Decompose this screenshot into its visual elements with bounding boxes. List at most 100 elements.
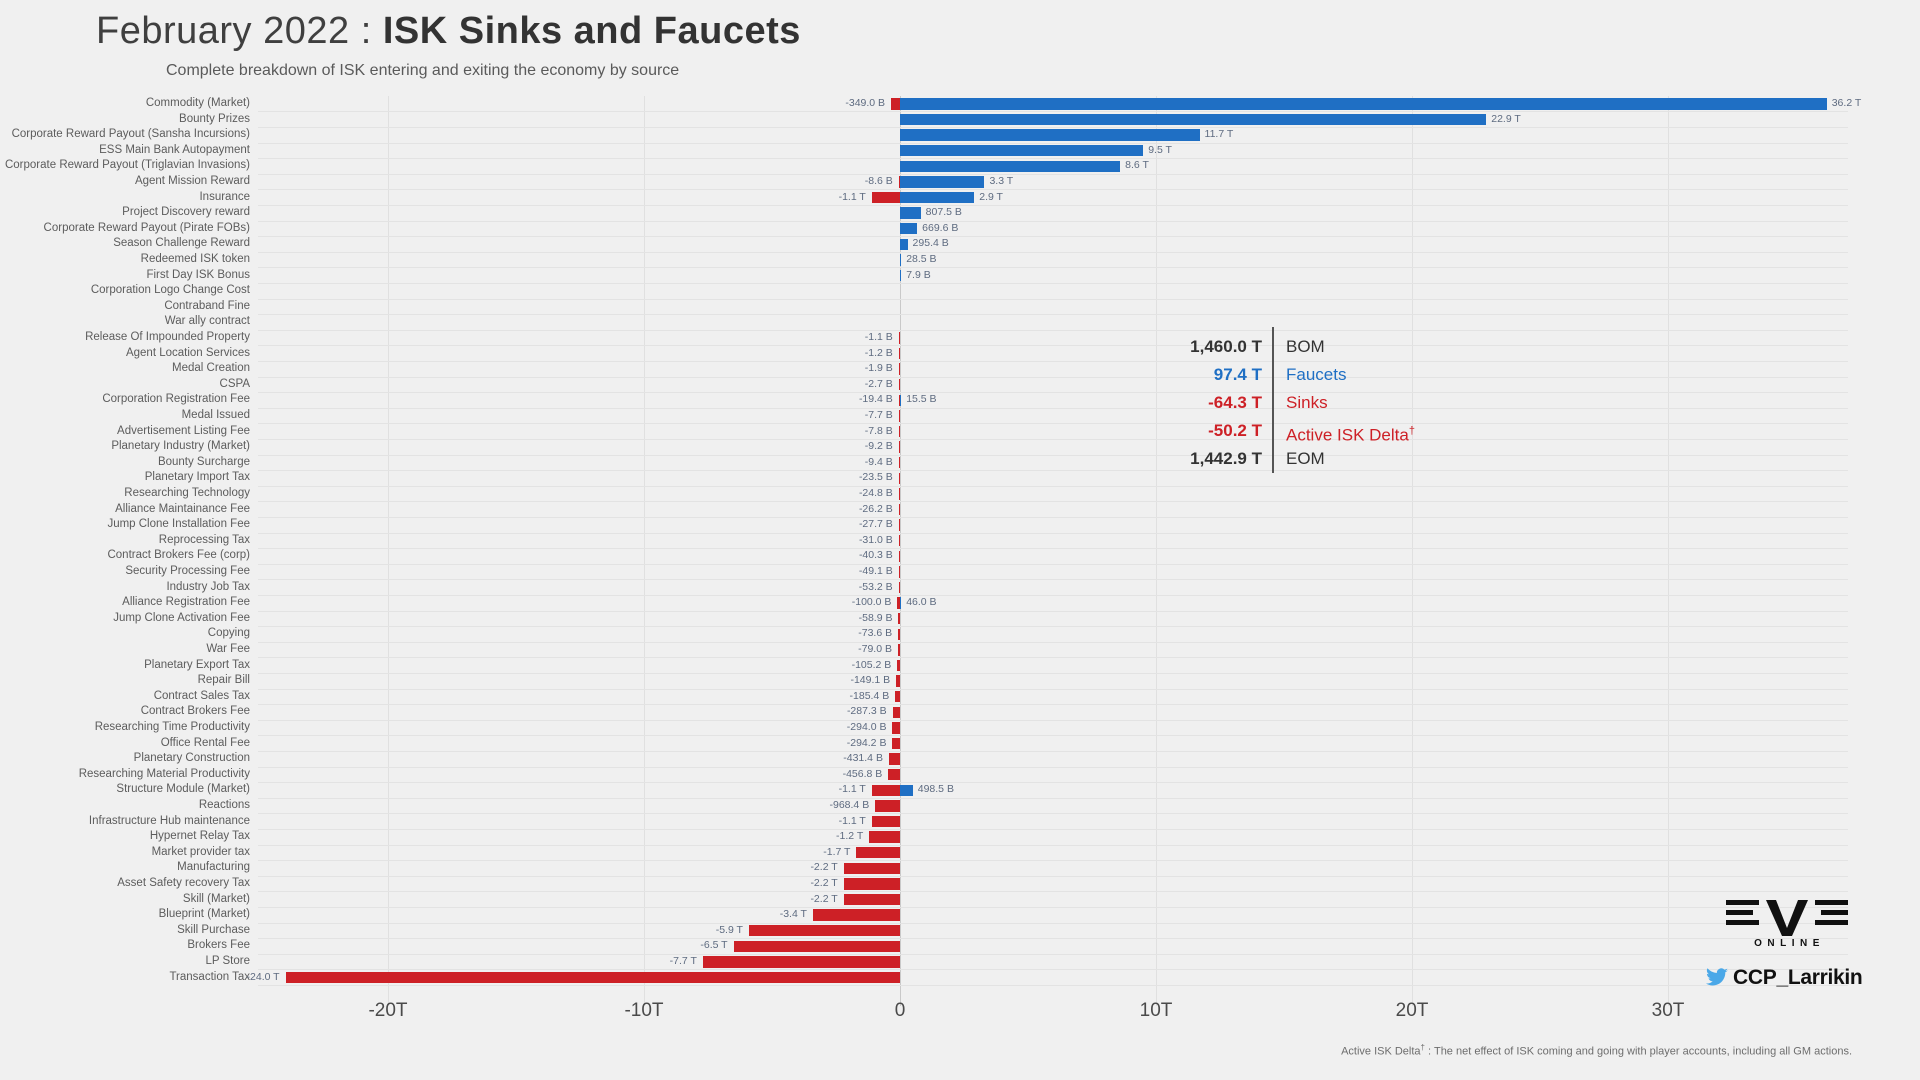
faucet-bar[interactable] [900, 394, 902, 406]
faucet-bar[interactable] [900, 160, 1121, 172]
faucet-bar[interactable] [900, 784, 913, 796]
category-label: Alliance Maintainance Fee [115, 502, 250, 515]
sink-bar[interactable] [898, 550, 900, 562]
sink-bar[interactable] [897, 644, 900, 656]
faucet-value-label: 807.5 B [925, 206, 962, 219]
faucet-bar[interactable] [900, 176, 985, 188]
sink-bar[interactable] [856, 846, 900, 859]
faucet-bar[interactable] [900, 597, 902, 609]
sink-bar[interactable] [898, 628, 900, 640]
sink-bar[interactable] [898, 456, 900, 469]
sink-bar[interactable] [871, 815, 900, 828]
sink-bar[interactable] [888, 768, 900, 781]
faucet-bar[interactable] [900, 191, 975, 204]
category-label: LP Store [205, 955, 250, 967]
footnote-prefix: Active ISK Delta [1341, 1045, 1421, 1058]
sink-bar[interactable] [892, 706, 900, 718]
faucet-value-label: 22.9 T [1491, 112, 1521, 125]
sink-bar[interactable] [898, 332, 900, 344]
sink-value-label: -8.6 B [864, 175, 893, 187]
chart-row: LP Store -7.7 T [0, 954, 1920, 971]
faucet-value-label: 3.3 T [989, 175, 1014, 187]
category-label: Corporate Reward Payout (Triglavian Inva… [4, 159, 250, 172]
sink-value-label: -6.5 T [700, 939, 728, 952]
sink-bar[interactable] [871, 784, 900, 796]
sink-bar[interactable] [898, 363, 900, 375]
chart-row: CSPA -2.7 B [0, 377, 1920, 394]
faucet-bar[interactable] [900, 254, 902, 266]
sink-bar[interactable] [843, 862, 900, 874]
sink-value-label: -1.9 B [864, 362, 893, 375]
chart-row: Security Processing Fee -49.1 B [0, 564, 1920, 581]
sink-bar[interactable] [812, 909, 900, 921]
sink-bar[interactable] [898, 472, 900, 484]
faucet-bar[interactable] [900, 144, 1144, 157]
sink-bar[interactable] [898, 347, 900, 360]
sink-value-label: -73.6 B [858, 627, 893, 640]
sink-bar[interactable] [843, 878, 900, 890]
category-label: Jump Clone Installation Fee [107, 518, 250, 531]
sink-bar[interactable] [843, 893, 900, 906]
sink-value-label: -24.8 B [858, 487, 893, 499]
chart-row: Project Discovery reward 807.5 B [0, 205, 1920, 222]
faucet-bar[interactable] [900, 98, 1827, 110]
sink-value-label: -349.0 B [845, 97, 886, 109]
category-label: CSPA [219, 377, 250, 390]
sink-bar[interactable] [895, 690, 900, 703]
sink-bar[interactable] [898, 519, 900, 531]
sink-bar[interactable] [871, 191, 900, 204]
sink-bar[interactable] [888, 753, 900, 765]
sink-bar[interactable] [748, 924, 900, 937]
category-label: Reactions [198, 799, 250, 811]
category-label: Corporate Reward Payout (Pirate FOBs) [43, 221, 250, 234]
sink-bar[interactable] [733, 940, 900, 952]
faucet-value-label: 7.9 B [906, 268, 931, 281]
sink-bar[interactable] [896, 675, 900, 687]
faucet-bar[interactable] [900, 207, 921, 219]
twitter-attribution[interactable]: CCP_Larrikin [1705, 966, 1865, 990]
chart-row: Medal Creation -1.9 B [0, 361, 1920, 378]
summary-value: -64.3 T [1208, 393, 1262, 412]
sink-bar[interactable] [869, 831, 900, 843]
sink-bar[interactable] [898, 503, 900, 516]
faucet-value-label: 46.0 B [906, 596, 937, 609]
sink-bar[interactable] [898, 566, 900, 578]
sink-bar[interactable] [898, 581, 900, 594]
sink-bar[interactable] [702, 956, 900, 968]
faucet-bar[interactable] [900, 222, 918, 235]
category-label: Season Challenge Reward [113, 237, 250, 250]
sink-bar[interactable] [898, 425, 900, 438]
sink-bar[interactable] [285, 971, 900, 984]
sink-value-label: -294.2 B [846, 736, 887, 749]
category-label: Insurance [199, 190, 250, 203]
chart-row: Contraband Fine [0, 299, 1920, 316]
faucet-bar[interactable] [900, 238, 908, 250]
chart-row: Structure Module (Market) -1.1 T 498.5 B [0, 782, 1920, 799]
sink-bar[interactable] [875, 800, 900, 812]
sink-bar[interactable] [892, 722, 900, 734]
faucet-value-label: 8.6 T [1125, 159, 1149, 172]
chart-row: Skill (Market) -2.2 T [0, 892, 1920, 908]
faucet-bar[interactable] [900, 269, 902, 282]
category-label: Jump Clone Activation Fee [113, 611, 250, 624]
sink-bar[interactable] [898, 378, 900, 391]
sink-bar[interactable] [898, 534, 900, 547]
sink-bar[interactable] [897, 659, 900, 672]
category-label: Blueprint (Market) [158, 908, 250, 921]
summary-value: 1,442.9 T [1190, 449, 1262, 468]
sink-bar[interactable] [892, 737, 900, 750]
twitter-handle: CCP_Larrikin [1733, 966, 1863, 989]
sink-bar[interactable] [898, 612, 900, 625]
chart-row: Blueprint (Market) -3.4 T [0, 907, 1920, 924]
sink-bar[interactable] [898, 410, 900, 422]
faucet-bar[interactable] [900, 129, 1200, 141]
sink-value-label: -968.4 B [829, 799, 870, 811]
sink-value-label: -7.7 T [669, 955, 697, 967]
faucet-bar[interactable] [900, 113, 1487, 126]
eve-online-wordmark: ONLINE [1754, 938, 1825, 949]
sink-bar[interactable] [898, 488, 900, 500]
sink-bar[interactable] [891, 98, 900, 110]
faucet-value-label: 669.6 B [922, 221, 959, 234]
sink-bar[interactable] [898, 441, 900, 453]
chart-row: Contract Brokers Fee (corp) -40.3 B [0, 548, 1920, 565]
